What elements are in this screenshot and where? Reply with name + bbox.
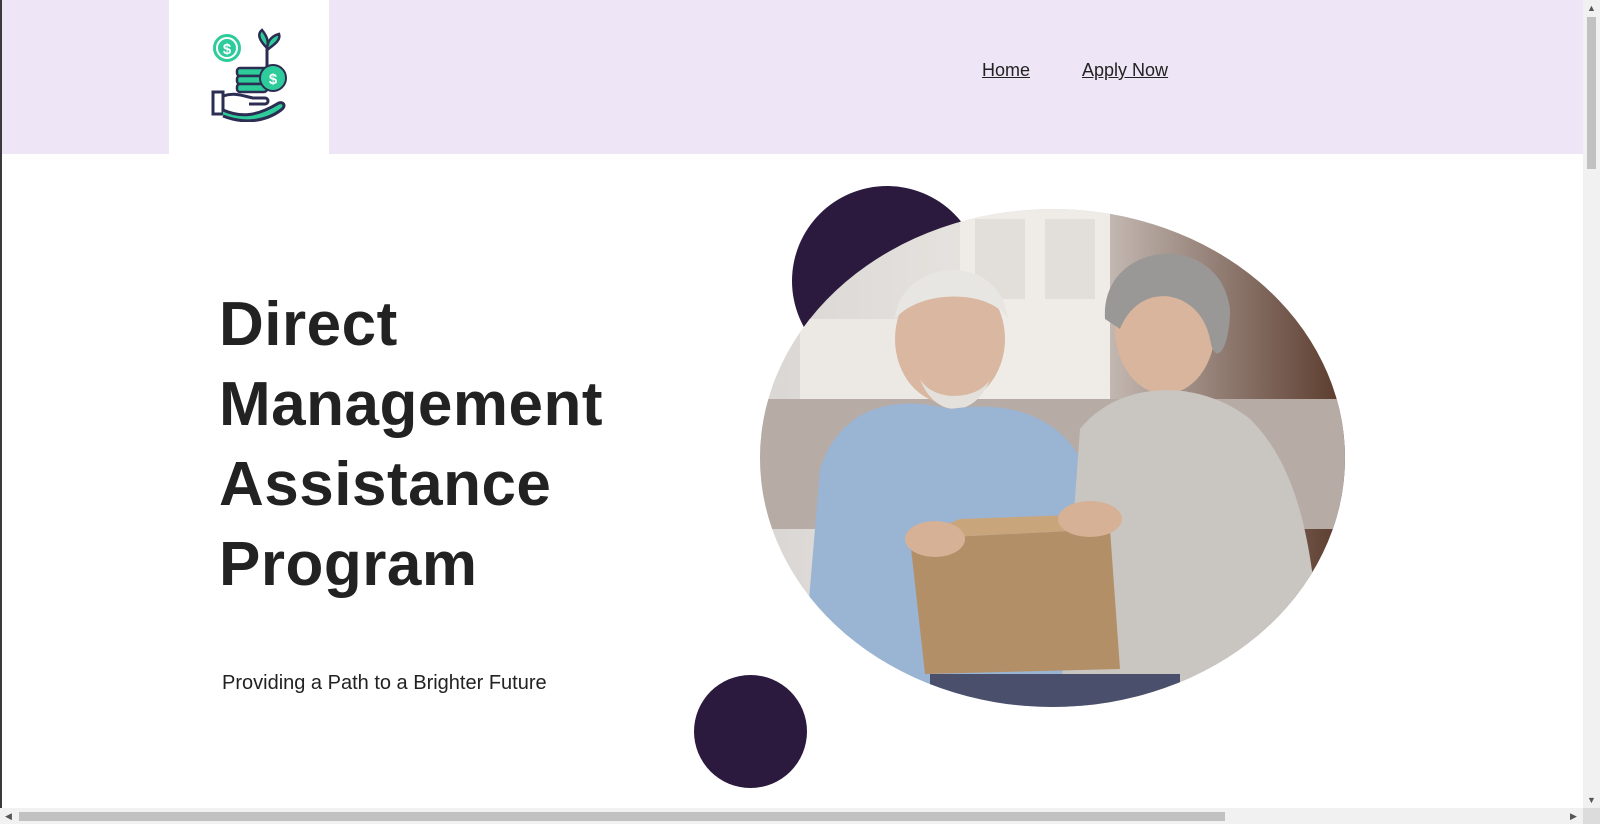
nav-home-link[interactable]: Home [982,60,1030,81]
page-viewport: $ $ Home Apply Now Direct Management Ass… [0,0,1583,808]
hero-title-line: Assistance [219,450,552,519]
main-nav: Home Apply Now [982,60,1168,81]
hero-photo [760,209,1345,707]
logo-container[interactable]: $ $ [169,0,329,154]
decorative-circle-bottom [694,675,807,788]
scroll-right-icon[interactable]: ▶ [1570,811,1577,821]
hero-subtitle: Providing a Path to a Brighter Future [222,672,547,694]
hero-title-line: Program [219,530,478,599]
svg-text:$: $ [269,71,278,88]
scrollbar-corner [1583,808,1600,824]
scroll-left-icon[interactable]: ◀ [5,811,12,821]
hero-title: Direct Management Assistance Program [219,285,669,605]
horizontal-scroll-thumb[interactable] [19,812,1225,821]
senior-couple-photo [760,209,1345,707]
nav-apply-now-link[interactable]: Apply Now [1082,60,1168,81]
hero-title-line: Management [219,370,603,439]
hero-title-line: Direct [219,290,398,359]
svg-text:$: $ [223,41,232,58]
vertical-scrollbar[interactable]: ▲ ▼ [1583,0,1600,808]
scroll-down-icon[interactable]: ▼ [1587,795,1596,805]
scroll-up-icon[interactable]: ▲ [1587,3,1596,13]
logo-icon: $ $ [211,28,287,122]
site-header: $ $ Home Apply Now [2,0,1583,154]
horizontal-scrollbar[interactable]: ◀ ▶ [0,808,1583,824]
vertical-scroll-thumb[interactable] [1587,17,1596,169]
